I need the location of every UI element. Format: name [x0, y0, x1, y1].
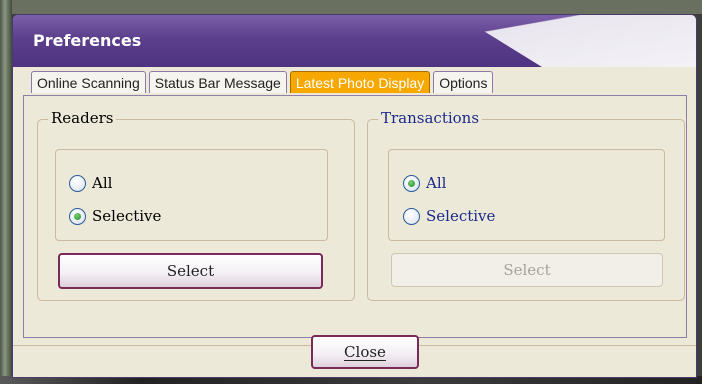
tab-online-scanning[interactable]: Online Scanning	[31, 71, 146, 93]
readers-options-box: All Selective	[55, 149, 328, 241]
tab-latest-photo-display[interactable]: Latest Photo Display	[289, 71, 431, 93]
readers-select-button[interactable]: Select	[58, 253, 323, 289]
transactions-legend: Transactions	[378, 109, 483, 127]
transactions-select-button[interactable]: Select	[391, 253, 663, 287]
transactions-options-box: All Selective	[388, 149, 665, 241]
readers-all-option[interactable]: All	[69, 174, 112, 192]
title-bar-highlight	[458, 15, 696, 67]
readers-group: Readers All Selective Select	[37, 109, 355, 301]
close-button[interactable]: Close	[311, 335, 419, 369]
readers-legend: Readers	[48, 109, 117, 127]
readers-all-label: All	[92, 174, 113, 192]
readers-selective-option[interactable]: Selective	[69, 207, 161, 225]
tab-options[interactable]: Options	[433, 71, 494, 93]
tab-panel: Readers All Selective Select Transaction…	[23, 95, 687, 338]
transactions-all-label: All	[426, 174, 447, 192]
desktop-background-top	[12, 0, 702, 14]
transactions-selective-option[interactable]: Selective	[403, 207, 495, 225]
transactions-all-option[interactable]: All	[403, 174, 446, 192]
transactions-group: Transactions All Selective Select	[367, 109, 685, 301]
tab-status-bar-message[interactable]: Status Bar Message	[148, 71, 287, 93]
transactions-all-radio[interactable]	[403, 174, 420, 192]
readers-selective-label: Selective	[92, 207, 162, 225]
readers-all-radio[interactable]	[69, 174, 86, 192]
transactions-selective-label: Selective	[426, 207, 496, 225]
readers-selective-radio[interactable]	[69, 207, 86, 225]
window-title: Preferences	[33, 31, 142, 50]
tab-strip: Online Scanning Status Bar Message Lates…	[31, 71, 494, 95]
desktop-background-left	[0, 0, 12, 384]
preferences-window: Preferences Online Scanning Status Bar M…	[12, 14, 697, 378]
transactions-selective-radio[interactable]	[403, 207, 420, 225]
close-button-label: Close	[344, 343, 386, 361]
title-bar[interactable]: Preferences	[13, 15, 696, 67]
